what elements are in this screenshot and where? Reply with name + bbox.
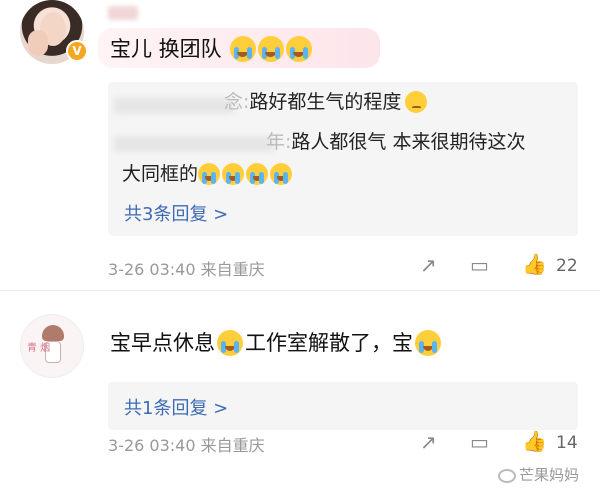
- comment-item: 青 烟 宝早点休息 工作室解散了，宝 共1条回复 > 3-26 03:40 来自…: [0, 290, 600, 488]
- watermark: 芒果妈妈: [498, 464, 579, 485]
- crying-emoji-icon: [270, 163, 293, 185]
- view-replies-link[interactable]: 共1条回复 >: [124, 394, 228, 420]
- thumbs-up-icon[interactable]: 👍: [522, 429, 547, 453]
- crying-emoji-icon: [257, 36, 284, 62]
- crying-emoji-icon: [285, 36, 312, 62]
- comment-meta: 3-26 03:40 来自重庆: [108, 436, 265, 455]
- comment-text: 宝儿 换团队: [110, 34, 314, 64]
- blurred-username[interactable]: [108, 6, 138, 20]
- blurred-reply-author: [114, 136, 274, 152]
- comment-item: V 宝儿 换团队 念: 路好都生气的程度 年: 路人都很气 本来很期待这次 大同…: [0, 0, 600, 290]
- view-replies-link[interactable]: 共3条回复 >: [124, 200, 228, 226]
- comment-text-content: 工作室解散了，宝: [245, 331, 413, 355]
- crying-emoji-icon: [217, 330, 243, 356]
- avatar-tag: 青 烟: [27, 343, 51, 354]
- reply-item-continued: 大同框的: [122, 160, 294, 188]
- share-icon[interactable]: ↗: [420, 430, 437, 454]
- share-icon[interactable]: ↗: [420, 253, 437, 277]
- comment-icon[interactable]: ▭: [470, 253, 489, 277]
- reply-box[interactable]: 共1条回复 >: [108, 382, 578, 430]
- crying-emoji-icon: [198, 163, 221, 185]
- weibo-logo-icon: [498, 468, 516, 483]
- watermark-text: 芒果妈妈: [519, 466, 580, 484]
- thumbs-up-icon[interactable]: 👍: [522, 252, 547, 276]
- comment-meta: 3-26 03:40 来自重庆: [108, 260, 265, 279]
- comment-text-content: 宝早点休息: [110, 331, 215, 355]
- comment-text-content: 宝儿 换团队: [110, 37, 222, 61]
- avatar-hand: [28, 30, 48, 56]
- like-count: 14: [556, 433, 578, 453]
- reply-text: 路人都很气 本来很期待这次: [291, 131, 526, 153]
- crying-emoji-icon: [415, 330, 441, 356]
- reply-box[interactable]: 念: 路好都生气的程度 年: 路人都很气 本来很期待这次 大同框的 共3条回复 …: [108, 82, 578, 236]
- crying-emoji-icon: [222, 163, 245, 185]
- blurred-reply-author: [114, 98, 234, 114]
- reply-author-suffix: 念:: [224, 91, 250, 113]
- like-count: 22: [556, 256, 578, 276]
- comment-text: 宝早点休息 工作室解散了，宝: [110, 328, 443, 358]
- reply-author-suffix: 年:: [266, 131, 292, 153]
- avatar[interactable]: 青 烟: [20, 314, 84, 378]
- crying-emoji-icon: [229, 36, 256, 62]
- reply-text-continued: 大同框的: [122, 163, 199, 185]
- crying-emoji-icon: [246, 163, 269, 185]
- reply-item[interactable]: 年: 路人都很气 本来很期待这次: [266, 128, 525, 156]
- verified-badge-icon: V: [66, 40, 88, 62]
- reply-text: 路好都生气的程度: [249, 91, 402, 113]
- worried-emoji-icon: [405, 91, 428, 113]
- comment-icon[interactable]: ▭: [470, 430, 489, 454]
- reply-item[interactable]: 念: 路好都生气的程度: [224, 88, 429, 116]
